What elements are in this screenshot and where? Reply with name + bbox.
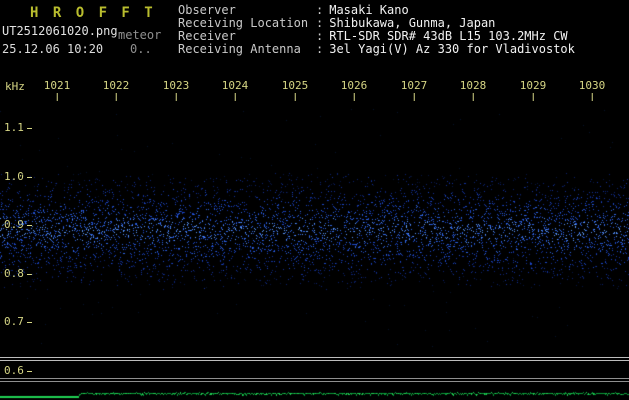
time-tick: 1026 <box>340 79 368 101</box>
time-tick: 1025 <box>281 79 309 101</box>
time-tick: 1021 <box>43 79 71 101</box>
time-tick: 1027 <box>400 79 428 101</box>
datetime-label: 25.12.06 10:20 <box>2 42 104 56</box>
info-value: 3el Yagi(V) Az 330 for Vladivostok <box>329 42 575 56</box>
y-axis-unit-label: kHz <box>5 80 25 93</box>
time-tick: 1029 <box>519 79 547 101</box>
station-label: meteor <box>118 28 162 42</box>
spectrogram-canvas <box>0 100 629 400</box>
info-row-antenna: Receiving Antenna : 3el Yagi(V) Az 330 f… <box>178 43 575 56</box>
time-tick-label: 1024 <box>221 79 249 92</box>
info-label: Receiving Antenna <box>178 42 301 56</box>
hrofft-output-screenshot: H R O F F T UT2512061020.png meteor 25.1… <box>0 0 629 400</box>
level-scale-line <box>0 378 629 379</box>
time-tick-label: 1028 <box>459 79 487 92</box>
output-filename: UT2512061020.png <box>2 24 118 38</box>
level-scale-line <box>0 357 629 358</box>
time-tick: 1030 <box>578 79 606 101</box>
time-tick: 1028 <box>459 79 487 101</box>
time-tick-label: 1023 <box>162 79 190 92</box>
time-tick-label: 1022 <box>102 79 130 92</box>
counter-label: 0.. <box>130 42 152 56</box>
time-tick-label: 1025 <box>281 79 309 92</box>
station-info: Observer : Masaki Kano Receiving Locatio… <box>178 4 575 56</box>
level-scale-line <box>0 381 629 382</box>
time-tick: 1022 <box>102 79 130 101</box>
time-tick: 1024 <box>221 79 249 101</box>
time-tick-label: 1027 <box>400 79 428 92</box>
info-colon: : <box>316 42 324 56</box>
time-tick: 1023 <box>162 79 190 101</box>
time-tick-label: 1030 <box>578 79 606 92</box>
time-tick-label: 1029 <box>519 79 547 92</box>
time-tick-label: 1021 <box>43 79 71 92</box>
level-scale-line <box>0 360 629 361</box>
time-tick-label: 1026 <box>340 79 368 92</box>
app-title: H R O F F T <box>30 5 156 21</box>
